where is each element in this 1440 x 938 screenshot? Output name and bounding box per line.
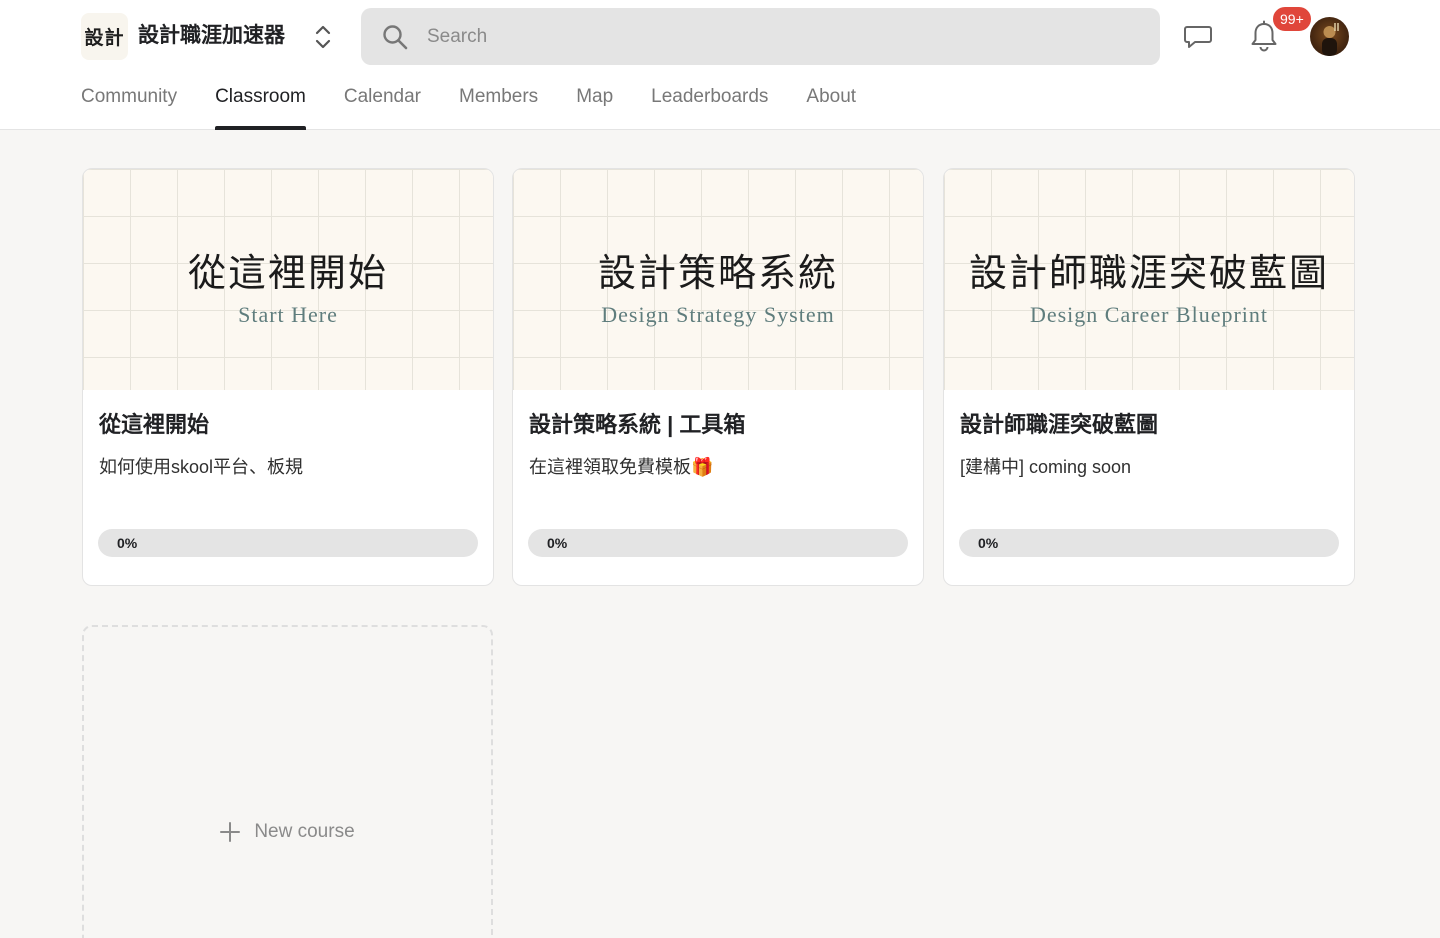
course-cover-subtitle: Start Here — [238, 302, 338, 327]
tab-classroom[interactable]: Classroom — [215, 84, 306, 130]
avatar-image — [1322, 23, 1339, 56]
tab-calendar[interactable]: Calendar — [344, 84, 421, 130]
notification-count-badge: 99+ — [1271, 5, 1313, 33]
group-logo-text: 設計 — [84, 27, 125, 49]
course-progress-label: 0% — [117, 535, 138, 551]
course-progress-bar: 0% — [98, 529, 478, 557]
tab-map[interactable]: Map — [576, 84, 613, 130]
chat-button[interactable] — [1181, 19, 1215, 53]
course-description: 如何使用skool平台、板規 — [99, 457, 304, 477]
tab-about[interactable]: About — [806, 84, 856, 130]
new-course-label: New course — [254, 821, 355, 842]
course-cover: 設計師職涯突破藍圖 Design Career Blueprint — [944, 169, 1354, 390]
search-bar[interactable] — [361, 8, 1160, 65]
new-course-content: New course — [220, 821, 355, 843]
search-input[interactable] — [427, 8, 1127, 65]
course-title: 設計師職涯突破藍圖 — [960, 412, 1159, 437]
new-course-button[interactable]: New course — [82, 625, 493, 938]
course-cover-title: 設計師職涯突破藍圖 — [968, 251, 1329, 295]
course-card[interactable]: 設計策略系統 Design Strategy System 設計策略系統 | 工… — [512, 168, 924, 586]
tab-members[interactable]: Members — [459, 84, 538, 130]
group-name[interactable]: 設計職涯加速器 — [138, 22, 285, 50]
user-avatar[interactable] — [1310, 17, 1349, 56]
course-cover-title: 從這裡開始 — [187, 251, 388, 295]
course-title: 設計策略系統 | 工具箱 — [529, 412, 746, 437]
chevron-up-down-icon — [315, 25, 331, 49]
chat-icon — [1184, 26, 1212, 48]
main-tabs: Community Classroom Calendar Members Map… — [81, 84, 894, 130]
search-icon — [383, 25, 408, 50]
tab-leaderboards[interactable]: Leaderboards — [651, 84, 768, 130]
course-cover: 從這裡開始 Start Here — [83, 169, 493, 390]
group-switcher-button[interactable] — [310, 22, 336, 52]
course-description: 在這裡領取免費模板🎁 — [529, 457, 714, 477]
course-description: [建構中] coming soon — [960, 457, 1132, 477]
course-progress-label: 0% — [978, 535, 999, 551]
course-cover-subtitle: Design Career Blueprint — [1029, 302, 1269, 327]
tab-community[interactable]: Community — [81, 84, 177, 130]
plus-icon — [220, 822, 241, 842]
top-header: 設計 設計職涯加速器 99+ — [0, 0, 1440, 130]
course-cover-subtitle: Design Strategy System — [601, 302, 835, 327]
course-card[interactable]: 設計師職涯突破藍圖 Design Career Blueprint 設計師職涯突… — [943, 168, 1355, 586]
course-progress-bar: 0% — [528, 529, 908, 557]
course-card[interactable]: 從這裡開始 Start Here 從這裡開始 如何使用skool平台、板規 0% — [82, 168, 494, 586]
course-cover: 設計策略系統 Design Strategy System — [513, 169, 923, 390]
course-title: 從這裡開始 — [99, 412, 210, 437]
course-cover-title: 設計策略系統 — [597, 251, 838, 295]
course-progress-bar: 0% — [959, 529, 1339, 557]
group-logo[interactable]: 設計 — [81, 13, 128, 60]
course-progress-label: 0% — [547, 535, 568, 551]
